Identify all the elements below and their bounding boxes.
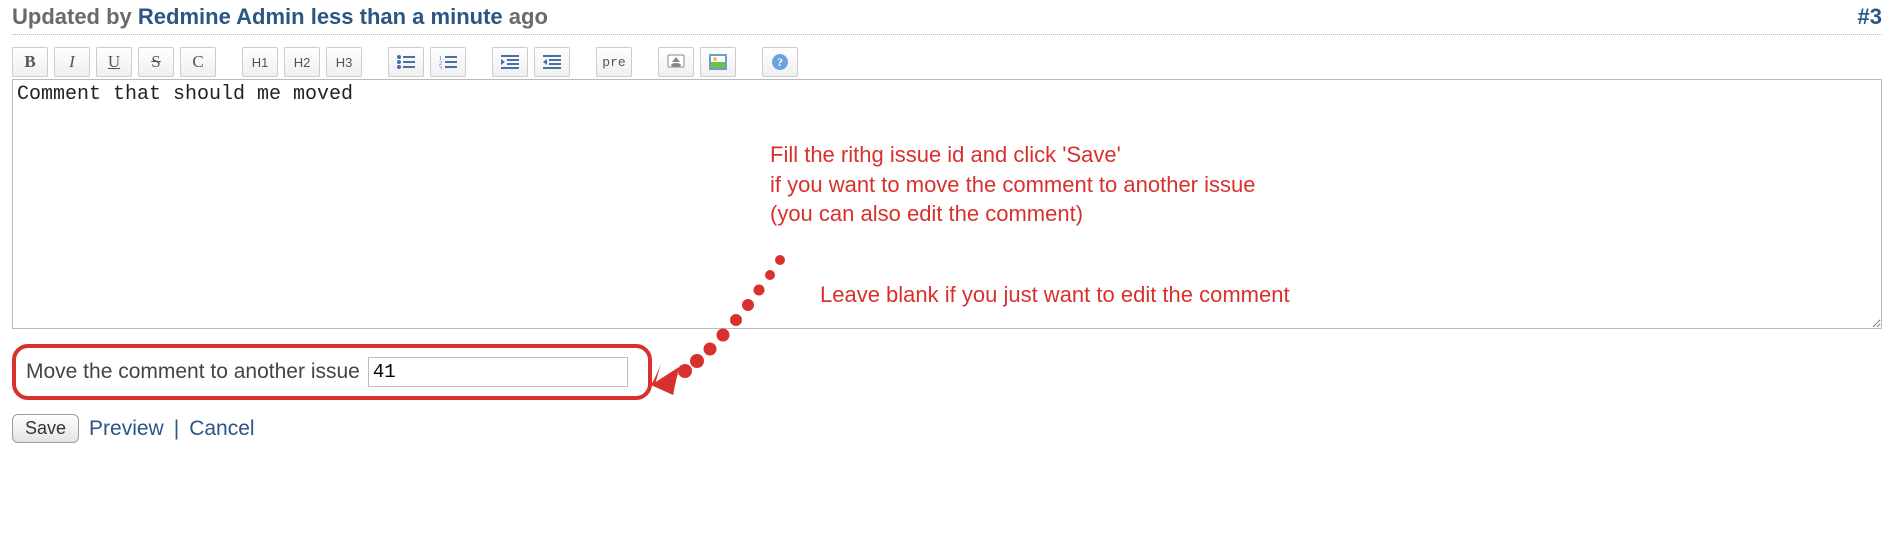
cancel-link[interactable]: Cancel — [189, 417, 254, 441]
indent-icon — [501, 55, 519, 69]
underline-button[interactable]: U — [96, 47, 132, 77]
move-comment-label: Move the comment to another issue — [26, 360, 360, 384]
ordered-list-button[interactable]: 123 — [430, 47, 466, 77]
image-button[interactable] — [700, 47, 736, 77]
link-button[interactable] — [658, 47, 694, 77]
help-button[interactable]: ? — [762, 47, 798, 77]
outdent-icon — [543, 55, 561, 69]
move-comment-row: Move the comment to another issue — [12, 344, 652, 400]
editor-toolbar: B I U S C H1 H2 H3 123 — [12, 47, 1882, 77]
svg-text:3: 3 — [439, 66, 442, 69]
list-ol-icon: 123 — [439, 55, 457, 69]
heading3-button[interactable]: H3 — [326, 47, 362, 77]
strikethrough-button[interactable]: S — [138, 47, 174, 77]
action-separator: | — [174, 417, 179, 441]
help-icon: ? — [771, 53, 789, 71]
heading1-button[interactable]: H1 — [242, 47, 278, 77]
svg-text:?: ? — [777, 55, 783, 69]
preformatted-button[interactable]: pre — [596, 47, 632, 77]
code-button[interactable]: C — [180, 47, 216, 77]
image-icon — [709, 54, 727, 70]
author-link[interactable]: Redmine Admin — [138, 4, 305, 29]
move-target-issue-input[interactable] — [368, 357, 628, 387]
preview-link[interactable]: Preview — [89, 417, 164, 441]
list-ul-icon — [397, 55, 415, 69]
updated-by-prefix: Updated by — [12, 4, 132, 29]
save-button[interactable]: Save — [12, 414, 79, 443]
italic-button[interactable]: I — [54, 47, 90, 77]
outdent-button[interactable] — [534, 47, 570, 77]
bold-button[interactable]: B — [12, 47, 48, 77]
heading2-button[interactable]: H2 — [284, 47, 320, 77]
indent-button[interactable] — [492, 47, 528, 77]
link-icon — [667, 54, 685, 70]
time-ago: less than a minute — [311, 4, 503, 29]
form-actions: Save Preview | Cancel — [12, 414, 1882, 443]
unordered-list-button[interactable] — [388, 47, 424, 77]
ago-suffix: ago — [509, 4, 548, 29]
journal-header: Updated by Redmine Admin less than a min… — [12, 4, 1882, 35]
journal-number-link[interactable]: #3 — [1858, 4, 1882, 29]
comment-textarea[interactable] — [12, 79, 1882, 329]
